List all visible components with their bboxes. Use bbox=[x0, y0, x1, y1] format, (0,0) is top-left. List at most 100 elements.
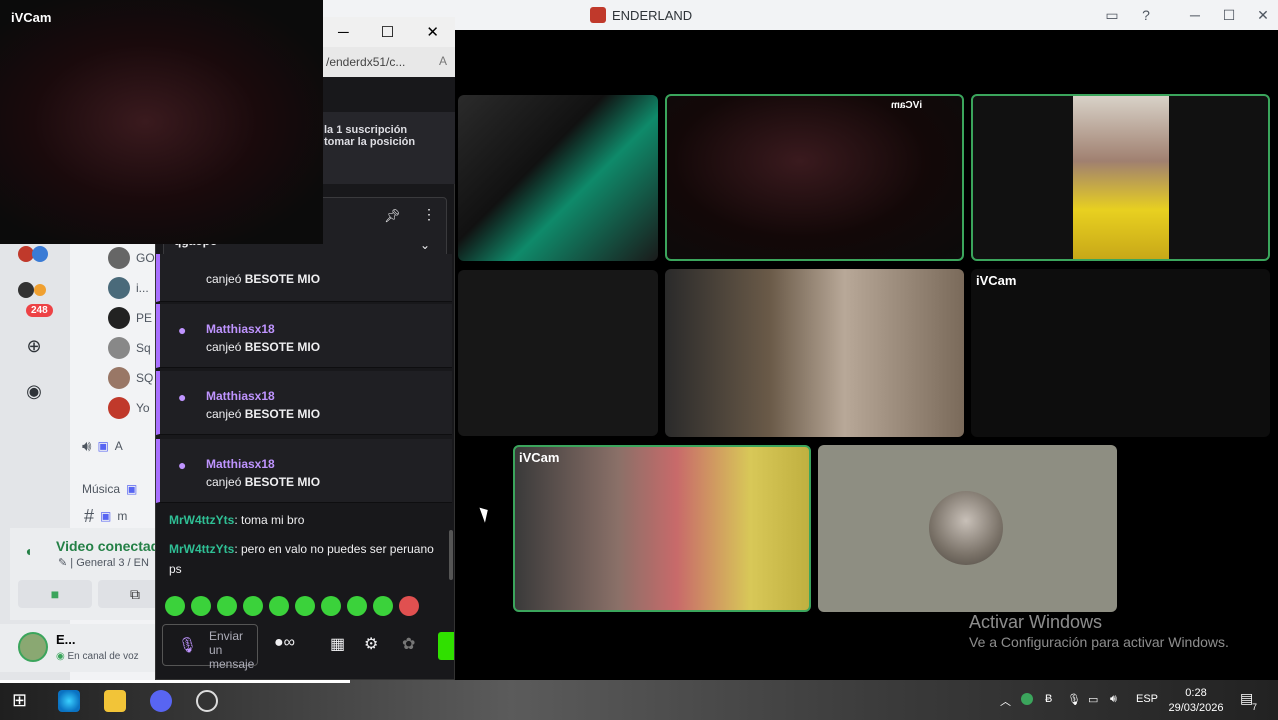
video-tile[interactable] bbox=[971, 94, 1270, 261]
video-tile[interactable] bbox=[665, 269, 964, 437]
network-icon[interactable]: ▭ bbox=[1088, 693, 1098, 706]
redeem-event: ● Matthiasx18 canjeó BESOTE MIO bbox=[156, 439, 452, 503]
add-server-icon[interactable]: ⊕ bbox=[14, 332, 54, 360]
avatar bbox=[108, 367, 130, 389]
emote-icon[interactable] bbox=[165, 596, 185, 616]
redeem-event: canjeó BESOTE MIO bbox=[156, 254, 452, 302]
video-tile[interactable] bbox=[458, 95, 658, 261]
avatar bbox=[108, 277, 130, 299]
emote-icon[interactable] bbox=[269, 596, 289, 616]
emote-icon[interactable] bbox=[399, 596, 419, 616]
user-icons: ▣ bbox=[97, 439, 109, 453]
discord-icon[interactable] bbox=[150, 690, 172, 712]
member-item[interactable]: PE bbox=[108, 307, 152, 329]
notice-text: la 1 suscripción tomar la posición bbox=[324, 124, 416, 148]
address-bar[interactable]: /enderdx51/c... A bbox=[322, 47, 455, 77]
video-tile[interactable]: iVCam bbox=[513, 445, 811, 612]
inbox-icon[interactable]: ▭ bbox=[1101, 5, 1123, 25]
clock[interactable]: 0:28 29/03/2026 bbox=[1168, 686, 1224, 716]
emote-icon[interactable] bbox=[295, 596, 315, 616]
microphone-icon[interactable]: 🎙︎ bbox=[178, 636, 197, 654]
maximize-button[interactable]: ☐ bbox=[1218, 5, 1240, 25]
chat-username[interactable]: MrW4ttzYts bbox=[169, 542, 234, 556]
avatar bbox=[108, 337, 130, 359]
minimize-button[interactable]: ─ bbox=[338, 24, 349, 41]
maximize-button[interactable]: ☐ bbox=[381, 23, 394, 41]
pin-icon[interactable]: 📌︎ bbox=[384, 208, 401, 224]
chat-scrollbar[interactable] bbox=[449, 530, 453, 580]
video-tile[interactable] bbox=[818, 445, 1117, 612]
tile-label: iVCam bbox=[890, 100, 922, 111]
channel-category[interactable]: Música ▣ bbox=[82, 478, 137, 500]
server-icon bbox=[590, 7, 606, 23]
edge-icon[interactable] bbox=[58, 690, 80, 712]
obs-icon[interactable] bbox=[196, 690, 218, 712]
notification-count: 7 bbox=[1252, 702, 1258, 712]
language-indicator[interactable]: ESP bbox=[1136, 693, 1158, 705]
explore-icon[interactable]: ◉ bbox=[14, 377, 54, 405]
tile-label: iVCam bbox=[976, 273, 1017, 288]
tray-icon[interactable]: Ƀ bbox=[1045, 693, 1052, 705]
member-item[interactable]: GO bbox=[108, 247, 155, 269]
microphone-icon[interactable]: 🎙︎ bbox=[1067, 693, 1081, 706]
member-item[interactable]: i... bbox=[108, 277, 149, 299]
close-button[interactable]: ✕ bbox=[1252, 5, 1274, 25]
member-item[interactable]: Yo bbox=[108, 397, 150, 419]
video-tile[interactable]: iVCam bbox=[665, 94, 964, 261]
gear-icon[interactable]: ⚙ bbox=[364, 634, 378, 654]
minimize-button[interactable]: ─ bbox=[1184, 5, 1206, 25]
chat-username[interactable]: Matthiasx18 bbox=[206, 457, 275, 471]
channel-points-icon: ● bbox=[178, 389, 187, 405]
chat-message: MrW4ttzYts: pero en valo no puedes ser p… bbox=[169, 542, 434, 576]
avatar[interactable] bbox=[18, 632, 48, 662]
chat-username[interactable]: Matthiasx18 bbox=[206, 322, 275, 336]
server-icon-2[interactable] bbox=[14, 276, 54, 304]
hash-icon: # bbox=[84, 505, 95, 526]
close-button[interactable]: ✕ bbox=[426, 23, 439, 41]
member-item[interactable]: SQ bbox=[108, 367, 153, 389]
channel-points-icon[interactable]: ●∞ bbox=[274, 634, 295, 652]
video-tile[interactable] bbox=[458, 270, 658, 436]
store-icon[interactable]: ▦ bbox=[330, 634, 345, 654]
emote-icon[interactable] bbox=[191, 596, 211, 616]
chevron-down-icon[interactable]: ⌄ bbox=[420, 238, 430, 252]
volume-icon[interactable]: 🔊︎ bbox=[1110, 693, 1117, 706]
signal-icon[interactable]: ◖ bbox=[24, 543, 32, 559]
tray-chevron-icon[interactable]: ︿ bbox=[1000, 693, 1011, 709]
activate-windows-title: Activar Windows bbox=[969, 612, 1103, 632]
ivcam-preview[interactable]: iVCam bbox=[0, 0, 323, 244]
channel-voice[interactable]: 🔊︎ ▣ A bbox=[82, 435, 123, 457]
emote-icon[interactable] bbox=[243, 596, 263, 616]
folder-icon[interactable] bbox=[104, 690, 126, 712]
tray-app-icon[interactable] bbox=[1021, 693, 1033, 705]
tile-label: iVCam bbox=[519, 450, 560, 465]
video-frame bbox=[1073, 96, 1169, 259]
window-title-text: ENDERLAND bbox=[612, 7, 693, 23]
voice-status: Video conectad bbox=[56, 538, 160, 554]
puzzle-icon[interactable]: ✿ bbox=[402, 634, 415, 654]
voice-channel[interactable]: ✎ | General 3 / EN bbox=[58, 556, 149, 569]
emote-icon[interactable] bbox=[321, 596, 341, 616]
speaker-icon: 🔊︎ bbox=[82, 437, 92, 455]
video-tile[interactable]: iVCam bbox=[971, 269, 1270, 437]
chat-username[interactable]: Matthiasx18 bbox=[206, 389, 275, 403]
more-options-icon[interactable]: ⋮ bbox=[422, 206, 436, 223]
camera-button[interactable]: ■ bbox=[18, 580, 92, 608]
send-button[interactable] bbox=[438, 632, 454, 660]
reader-mode-icon[interactable]: A bbox=[439, 54, 447, 68]
activate-windows-sub: Ve a Configuración para activar Windows. bbox=[969, 634, 1229, 650]
redeem-event: ● Matthiasx18 canjeó BESOTE MIO bbox=[156, 371, 452, 435]
server-icon-1[interactable] bbox=[14, 240, 54, 268]
member-item[interactable]: Sq bbox=[108, 337, 151, 359]
help-icon[interactable]: ? bbox=[1135, 5, 1157, 25]
user-name: E... bbox=[56, 632, 76, 647]
chat-input[interactable]: Enviar un mensaje bbox=[162, 624, 258, 671]
emote-icon[interactable] bbox=[373, 596, 393, 616]
channel-points-icon: ● bbox=[178, 457, 187, 473]
channel-text[interactable]: # ▣ m bbox=[84, 505, 127, 527]
emote-icon[interactable] bbox=[217, 596, 237, 616]
emote-icon[interactable] bbox=[347, 596, 367, 616]
start-icon[interactable]: ⊞ bbox=[12, 690, 34, 712]
chat-username[interactable]: MrW4ttzYts bbox=[169, 513, 234, 527]
clock-time: 0:28 bbox=[1185, 687, 1207, 699]
